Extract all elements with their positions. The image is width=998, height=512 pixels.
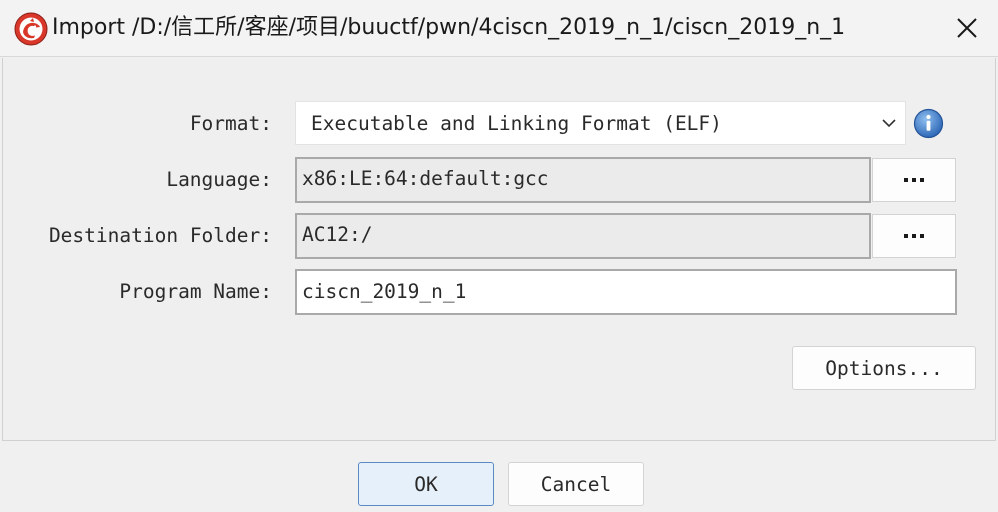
language-label: Language:: [166, 168, 272, 191]
program-name-label: Program Name:: [119, 280, 272, 303]
close-icon: [957, 18, 977, 38]
ellipsis-icon: [904, 178, 924, 182]
ellipsis-icon: [904, 234, 924, 238]
format-label: Format:: [189, 112, 272, 135]
options-button[interactable]: Options...: [792, 346, 976, 390]
destination-label: Destination Folder:: [48, 224, 272, 247]
format-value: Executable and Linking Format (ELF): [311, 112, 722, 135]
cancel-button[interactable]: Cancel: [508, 462, 644, 506]
destination-field[interactable]: AC12:/: [295, 213, 871, 259]
info-icon[interactable]: [913, 108, 944, 139]
import-dialog: Import /D:/信工所/客座/项目/buuctf/pwn/4ciscn_2…: [0, 0, 998, 512]
ok-button[interactable]: OK: [358, 462, 494, 506]
destination-browse-button[interactable]: [872, 214, 956, 258]
language-field[interactable]: x86:LE:64:default:gcc: [295, 157, 871, 203]
language-browse-button[interactable]: [872, 158, 956, 202]
title-bar: Import /D:/信工所/客座/项目/buuctf/pwn/4ciscn_2…: [0, 0, 998, 57]
chevron-down-icon: [882, 119, 896, 128]
format-dropdown[interactable]: Executable and Linking Format (ELF): [295, 101, 906, 145]
program-name-input[interactable]: ciscn_2019_n_1: [295, 269, 957, 315]
ghidra-dragon-icon: [14, 12, 48, 46]
window-title: Import /D:/信工所/客座/项目/buuctf/pwn/4ciscn_2…: [52, 15, 846, 40]
close-button[interactable]: [944, 6, 990, 50]
